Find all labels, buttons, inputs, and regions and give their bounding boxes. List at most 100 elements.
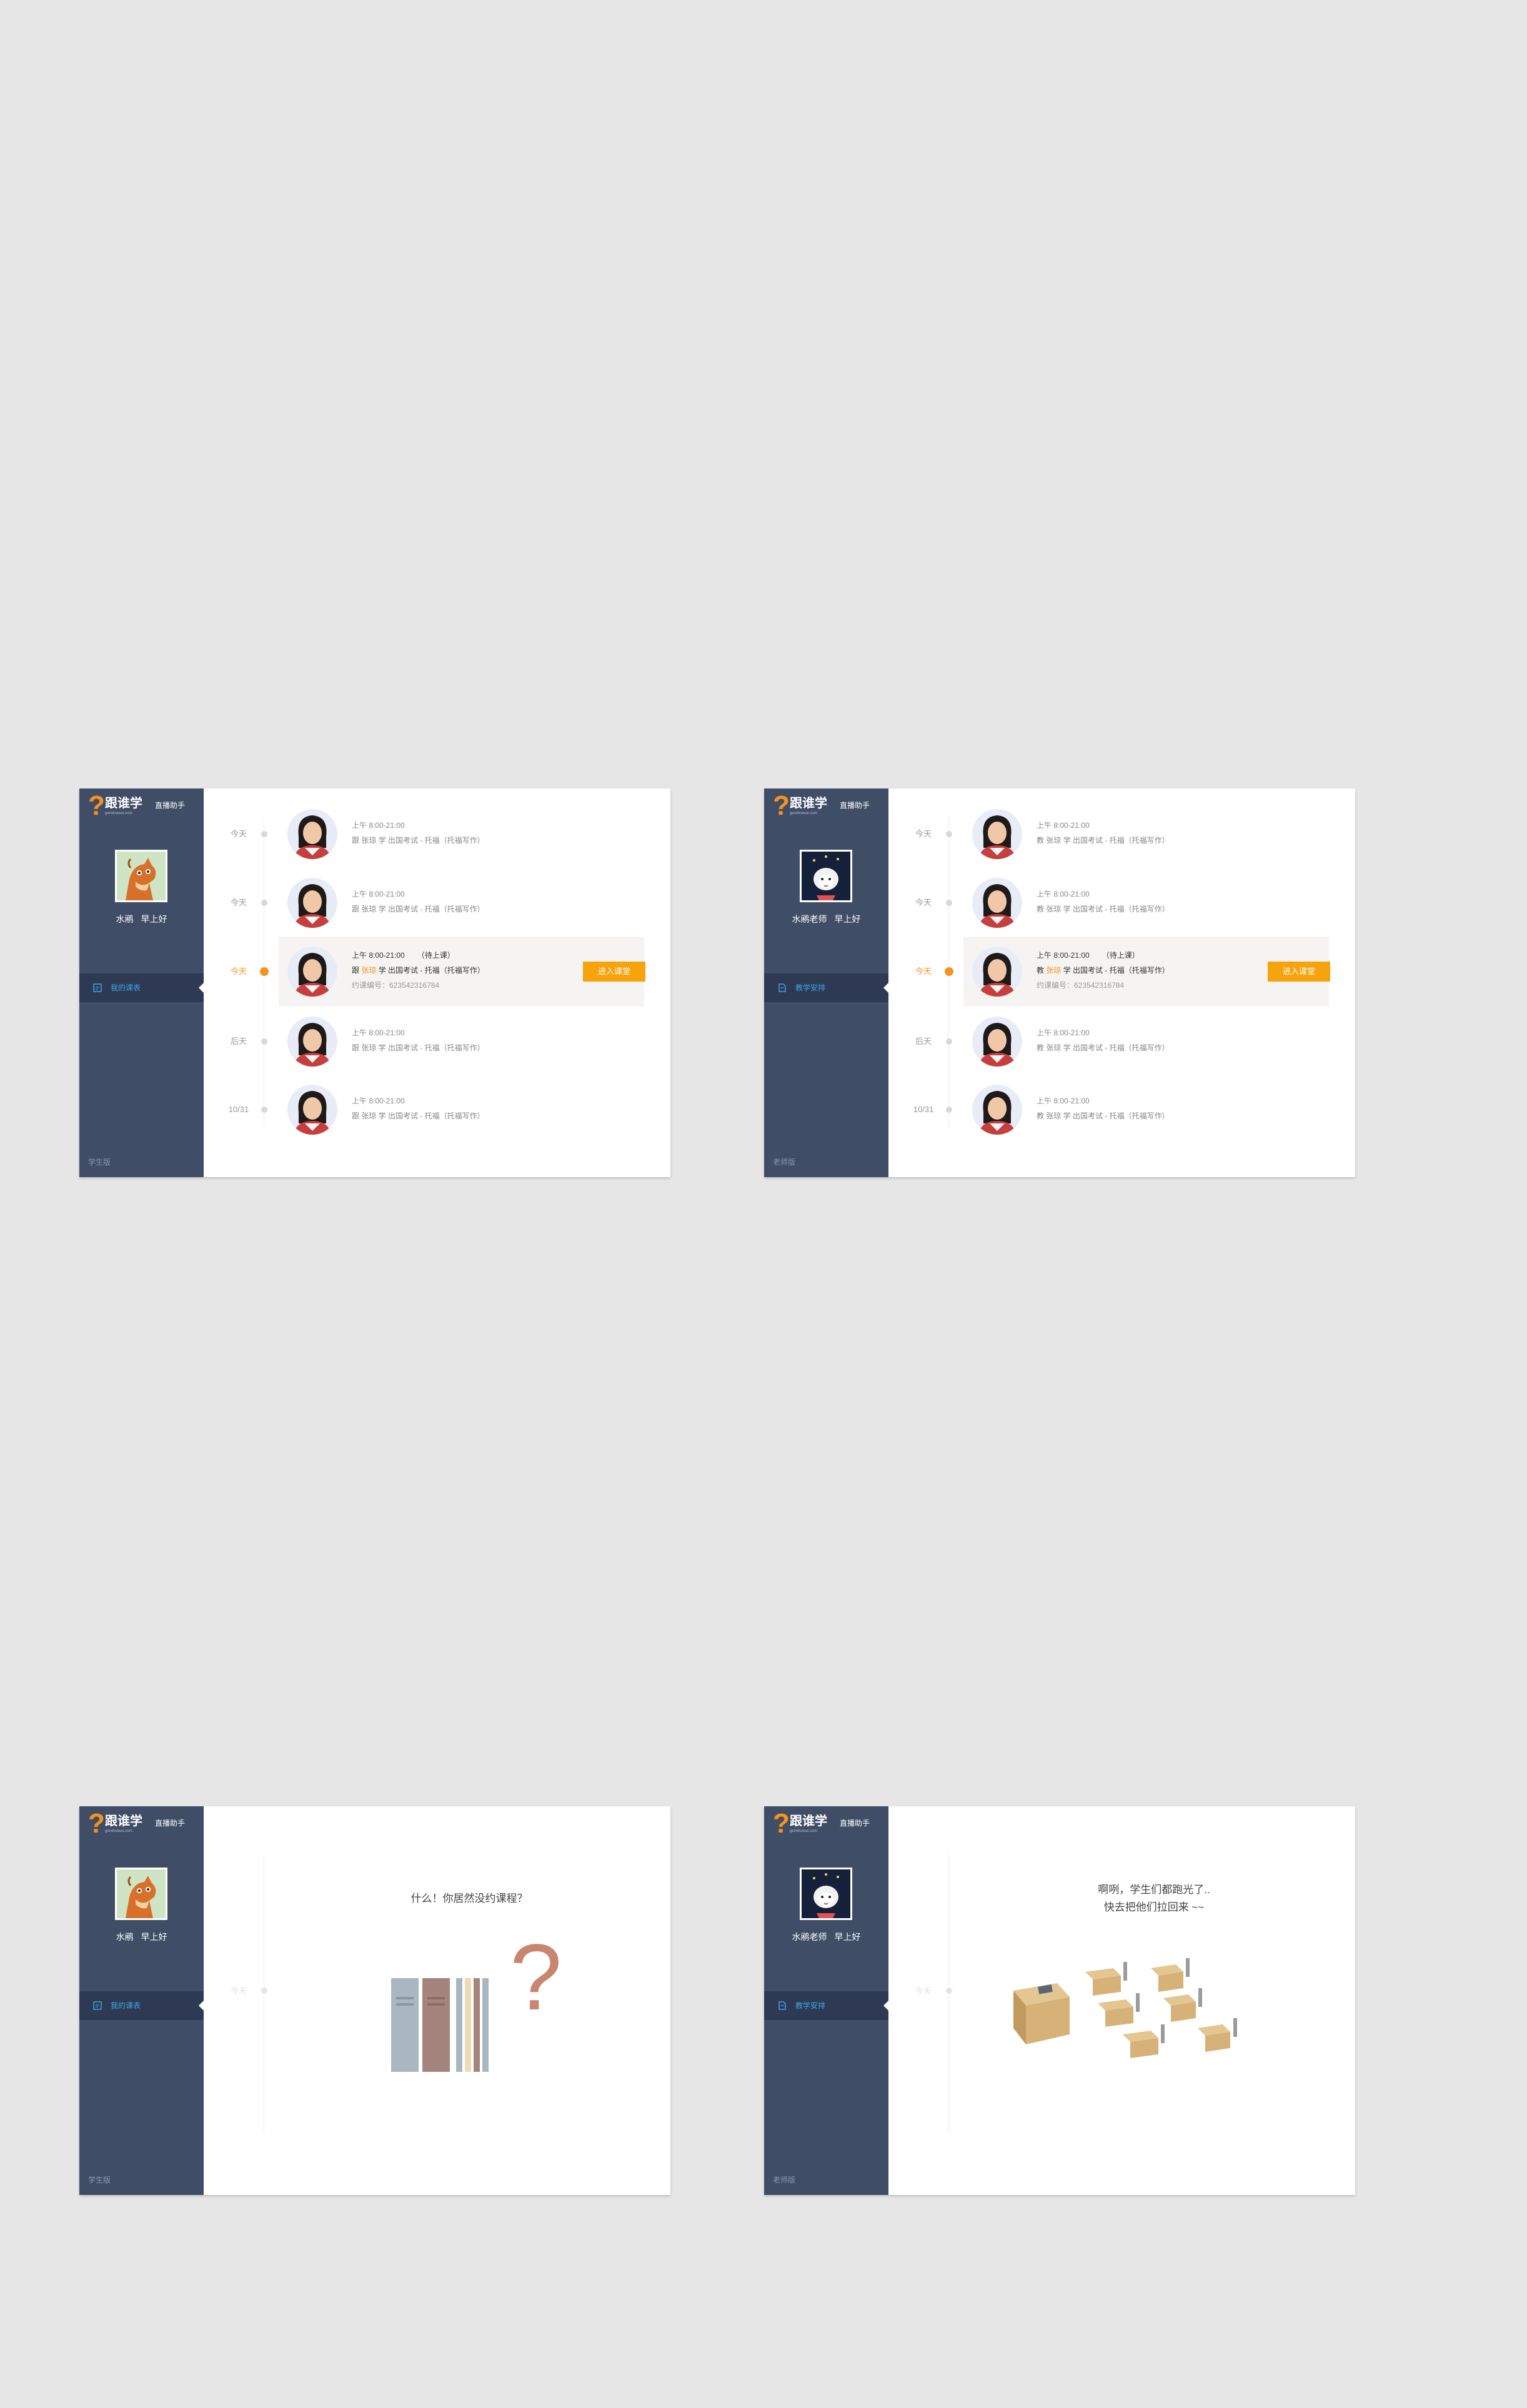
app-logo: ? 跟谁学 genshuixue.com 直播助手	[773, 792, 892, 820]
teacher-avatar[interactable]	[287, 878, 337, 928]
nav-my-schedule[interactable]: 我的课表	[79, 1991, 204, 2020]
lesson-time: 上午 8:00-21:00	[352, 821, 405, 830]
lesson-desc: 教 张琼 学 出国考试 - 托福（托福写作）	[1037, 905, 1170, 913]
timeline-dot	[261, 831, 267, 837]
logo-question-icon: ?	[773, 1808, 790, 1839]
timeline-dot	[261, 1107, 267, 1113]
greeting-text: 早上好	[141, 914, 167, 924]
timeline-dot	[261, 900, 267, 906]
list-item[interactable]: 今天 上午 8:00-21:00 教 张琼 学 出国考试 - 托福（托福写作）	[888, 874, 1355, 932]
nav-my-schedule[interactable]: 我的课表	[79, 973, 204, 1002]
timeline-dot	[946, 1988, 952, 1994]
enter-classroom-button[interactable]: 进入课堂	[583, 962, 645, 982]
greeting-text: 早上好	[834, 1932, 861, 1942]
logo-domain: genshuixue.com	[105, 812, 132, 815]
day-label: 今天	[230, 898, 247, 907]
lesson-time: 上午 8:00-21:00	[352, 951, 405, 960]
teacher-name[interactable]: 张琼	[1046, 966, 1061, 975]
list-item[interactable]: 后天 上午 8:00-21:00 教 张琼 学 出国考试 - 托福（托福写作）	[888, 1013, 1355, 1070]
booking-number: 约课编号：623542316784	[352, 981, 440, 990]
teacher-photo-icon	[287, 1085, 337, 1135]
lesson-info: 上午 8:00-21:00 跟 张琼 学 出国考试 - 托福（托福写作）	[352, 818, 485, 848]
nav-teaching-schedule[interactable]: 教学安排	[764, 973, 888, 1002]
student-schedule-window: ? 跟谁学 genshuixue.com 直播助手 水鹇 早上好 我的课表 学生版	[79, 789, 670, 1177]
teacher-avatar[interactable]	[972, 1017, 1022, 1067]
lesson-time: 上午 8:00-21:00	[1037, 821, 1090, 830]
empty-state: 今天 什么！你居然没约课程？ ?	[204, 1806, 670, 2195]
list-item[interactable]: 今天 上午 8:00-21:00 教 张琼 学 出国考试 - 托福（托福写作）	[888, 805, 1355, 863]
list-item[interactable]: 后天 上午 8:00-21:00 跟 张琼 学 出国考试 - 托福（托福写作）	[204, 1013, 670, 1070]
list-item[interactable]: 今天 上午 8:00-21:00 跟 张琼 学 出国考试 - 托福（托福写作）	[204, 874, 670, 932]
teacher-avatar[interactable]	[972, 809, 1022, 859]
teacher-avatar[interactable]	[287, 947, 337, 997]
list-item[interactable]: 10/31 上午 8:00-21:00 教 张琼 学 出国考试 - 托福（托福写…	[888, 1081, 1355, 1138]
sidebar: ? 跟谁学 genshuixue.com 直播助手 水鹇老师 早上好 教学安排 老…	[764, 1806, 888, 2195]
avatar[interactable]	[800, 850, 852, 902]
nav-label: 教学安排	[795, 983, 826, 992]
version-label: 学生版	[88, 1158, 111, 1167]
lesson-time: 上午 8:00-21:00	[1037, 1028, 1090, 1037]
teacher-avatar[interactable]	[972, 1085, 1022, 1135]
teacher-avatar[interactable]	[972, 947, 1022, 997]
student-empty-window: ? 跟谁学 genshuixue.com 直播助手 水鹇 早上好 我的课表 学生版	[79, 1806, 670, 2195]
avatar[interactable]	[115, 850, 167, 902]
lesson-info: 上午 8:00-21:00 教 张琼 学 出国考试 - 托福（托福写作）	[1037, 818, 1170, 848]
teacher-avatar[interactable]	[972, 878, 1022, 928]
list-item[interactable]: 10/31 上午 8:00-21:00 跟 张琼 学 出国考试 - 托福（托福写…	[204, 1081, 670, 1138]
teacher-photo-icon	[287, 947, 337, 997]
list-item[interactable]: 今天 上午 8:00-21:00 跟 张琼 学 出国考试 - 托福（托福写作）	[204, 805, 670, 863]
timeline-dot-active	[945, 967, 953, 976]
empty-message: 什么！你居然没约课程？	[410, 1893, 528, 1904]
logo-tagline: 直播助手	[840, 801, 870, 810]
teacher-photo-icon	[287, 809, 337, 859]
schedule-icon	[93, 2001, 102, 2010]
day-label: 今天	[230, 967, 247, 976]
day-label: 10/31	[913, 1105, 934, 1114]
version-label: 老师版	[773, 2176, 796, 2184]
lesson-desc: 跟 张琼 学 出国考试 - 托福（托福写作）	[352, 836, 485, 845]
logo-tagline: 直播助手	[155, 801, 186, 810]
teacher-photo-icon	[972, 809, 1022, 859]
teacher-avatar[interactable]	[287, 1017, 337, 1067]
day-label: 今天	[230, 1986, 247, 1996]
books-question-illustration: ?	[391, 1924, 560, 2072]
lesson-status: （待上课）	[1102, 951, 1140, 960]
avatar[interactable]	[800, 1868, 852, 1920]
lesson-info: 上午 8:00-21:00 教 张琼 学 出国考试 - 托福（托福写作）	[1037, 1093, 1170, 1123]
lesson-info: 上午 8:00-21:00 跟 张琼 学 出国考试 - 托福（托福写作）	[352, 1025, 485, 1055]
user-name: 水鹇老师	[792, 914, 827, 924]
nav-teaching-schedule[interactable]: 教学安排	[764, 1991, 888, 2020]
day-label: 10/31	[228, 1105, 249, 1114]
nav-label: 我的课表	[111, 2001, 141, 2010]
avatar[interactable]	[115, 1868, 167, 1920]
teacher-photo-icon	[972, 1017, 1022, 1067]
timeline-dot	[261, 1988, 267, 1994]
logo-question-icon: ?	[88, 790, 105, 821]
day-label: 今天	[915, 898, 932, 907]
logo-domain: genshuixue.com	[790, 1829, 817, 1833]
timeline-dot	[946, 1038, 952, 1045]
teacher-photo-icon	[972, 947, 1022, 997]
lesson-desc: 教 张琼 学 出国考试 - 托福（托福写作）	[1037, 836, 1170, 845]
greeting-text: 早上好	[141, 1932, 167, 1942]
empty-message-line1: 啊咧，学生们都跑光了..	[1098, 1884, 1210, 1896]
document-icon	[778, 2001, 786, 2010]
teacher-avatar[interactable]	[287, 809, 337, 859]
enter-classroom-button[interactable]: 进入课堂	[1268, 962, 1330, 982]
list-item[interactable]: 今天 上午 8:00-21:00 （待上课） 跟 张琼 学 出国考试 - 托福（托…	[204, 943, 670, 1000]
lesson-time: 上午 8:00-21:00	[1037, 890, 1090, 898]
sidebar: ? 跟谁学 genshuixue.com 直播助手 水鹇 早上好 我的课表 学生版	[79, 1806, 204, 2195]
day-label: 今天	[230, 829, 247, 838]
teacher-name[interactable]: 张琼	[361, 966, 376, 975]
list-item[interactable]: 今天 上午 8:00-21:00 （待上课） 教 张琼 学 出国考试 - 托福（托…	[888, 943, 1355, 1000]
empty-message-line2: 快去把他们拉回来 ~~	[1103, 1901, 1205, 1913]
teacher-avatar[interactable]	[287, 1085, 337, 1135]
nav-label: 教学安排	[795, 2001, 826, 2010]
teacher-photo-icon	[972, 878, 1022, 928]
day-label: 后天	[230, 1037, 247, 1046]
app-logo: ? 跟谁学 genshuixue.com 直播助手	[88, 1810, 207, 1838]
lesson-time: 上午 8:00-21:00	[352, 890, 405, 898]
timeline-dot	[946, 831, 952, 837]
user-name: 水鹇老师	[792, 1932, 827, 1942]
nav-label: 我的课表	[111, 983, 141, 992]
